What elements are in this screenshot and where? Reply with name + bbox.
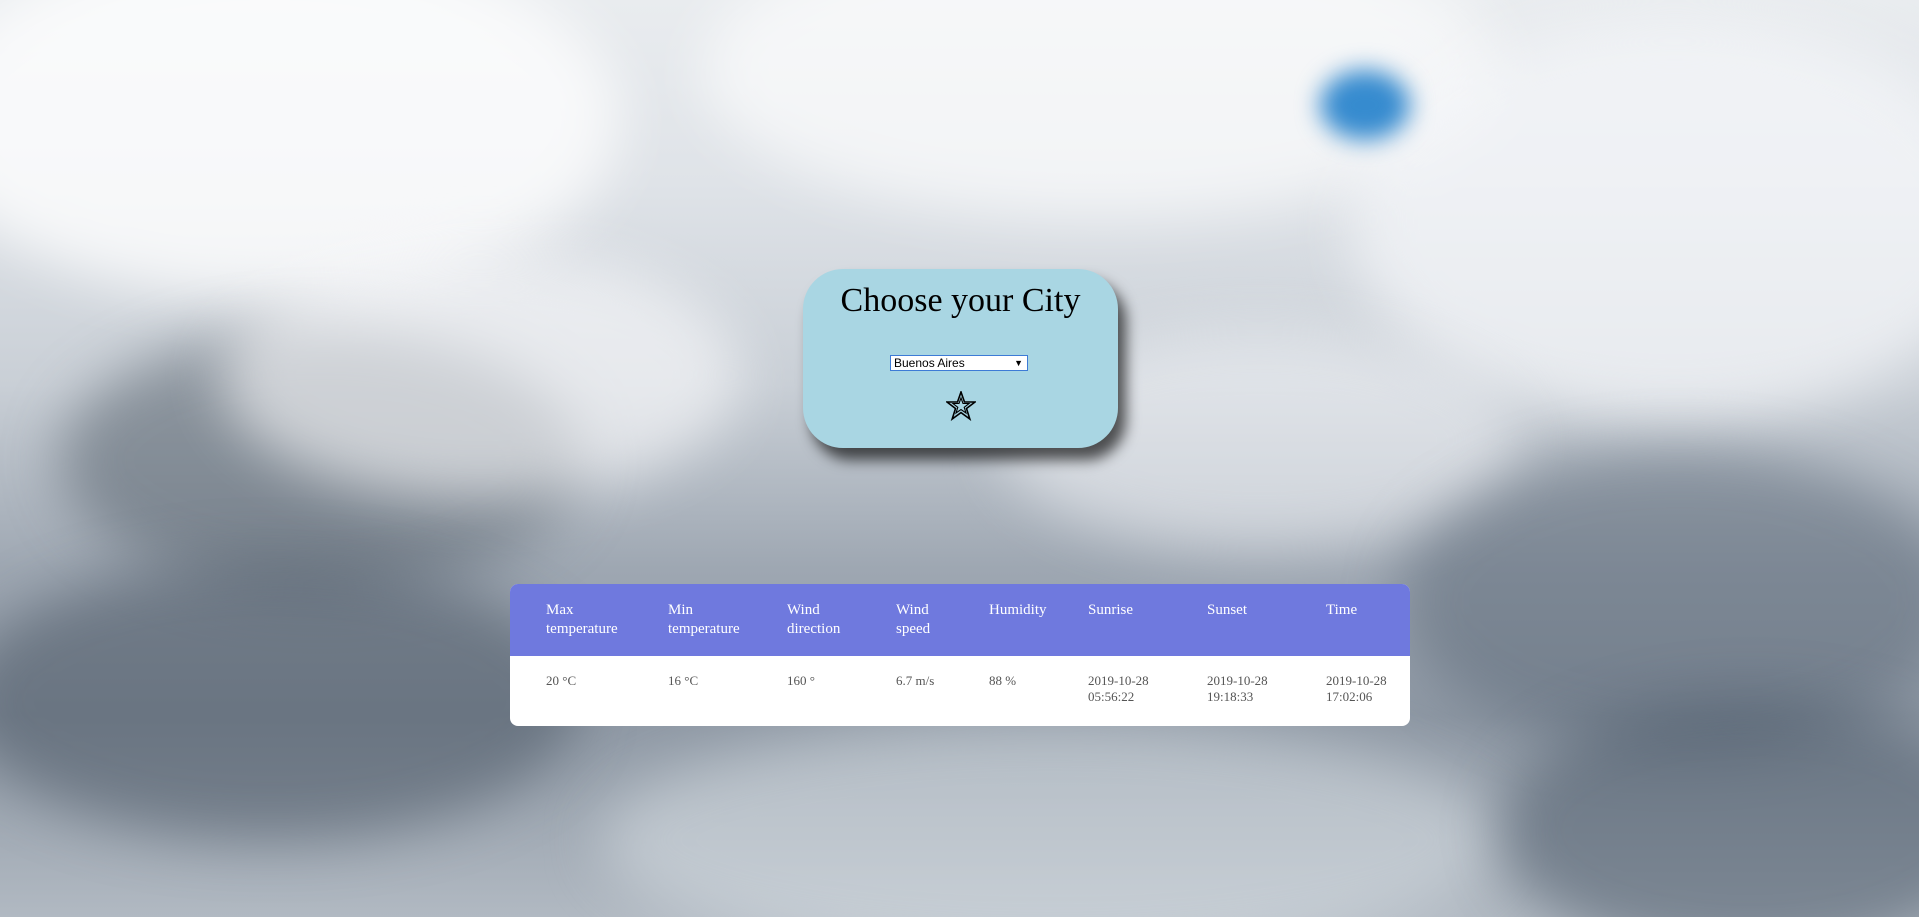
favorite-star-button[interactable] — [944, 389, 978, 422]
cell-sunset: 2019-10-28 19:18:33 — [1207, 656, 1326, 726]
page-title: Choose your City — [840, 282, 1081, 319]
cell-time: 2019-10-28 17:02:06 — [1326, 656, 1410, 726]
weather-table-container: Max temperature Min temperature Wind dir… — [510, 584, 1410, 726]
header-time: Time — [1326, 602, 1358, 618]
dropdown-arrow-icon: ▼ — [1014, 358, 1023, 368]
header-sunset: Sunset — [1207, 602, 1248, 618]
header-humidity: Humidity — [989, 602, 1047, 618]
star-icon — [944, 389, 978, 422]
sunrise-date: 2019-10-28 — [1088, 673, 1149, 688]
header-min-temperature: Min temperature — [668, 602, 740, 637]
cell-min-temperature: 16 °C — [668, 673, 699, 688]
cell-wind-direction: 160 ° — [787, 673, 815, 688]
table-row: 20 °C 16 °C 160 ° 6.7 m/s 88 % 2019-10-2… — [510, 656, 1410, 726]
sunset-time: 19:18:33 — [1207, 689, 1254, 704]
city-select[interactable]: Buenos Aires ▼ — [890, 355, 1028, 371]
header-wind-speed: Wind speed — [896, 602, 931, 637]
header-wind-direction: Wind direction — [787, 602, 841, 637]
city-chooser-card: Choose your City Buenos Aires ▼ — [803, 269, 1118, 448]
cell-max-temperature: 20 °C — [546, 673, 577, 688]
cell-humidity: 88 % — [989, 673, 1017, 688]
sky-background — [0, 0, 1919, 917]
cell-wind-speed: 6.7 m/s — [896, 673, 935, 688]
header-sunrise: Sunrise — [1088, 602, 1133, 618]
time-date: 2019-10-28 — [1326, 673, 1387, 688]
sunrise-time: 05:56:22 — [1088, 689, 1135, 704]
table-header-row: Max temperature Min temperature Wind dir… — [510, 584, 1410, 656]
city-select-value: Buenos Aires — [894, 356, 965, 370]
time-time: 17:02:06 — [1326, 689, 1373, 704]
sunset-date: 2019-10-28 — [1207, 673, 1268, 688]
weather-table: Max temperature Min temperature Wind dir… — [510, 584, 1410, 726]
header-max-temperature: Max temperature — [546, 602, 618, 637]
cell-sunrise: 2019-10-28 05:56:22 — [1088, 656, 1207, 726]
